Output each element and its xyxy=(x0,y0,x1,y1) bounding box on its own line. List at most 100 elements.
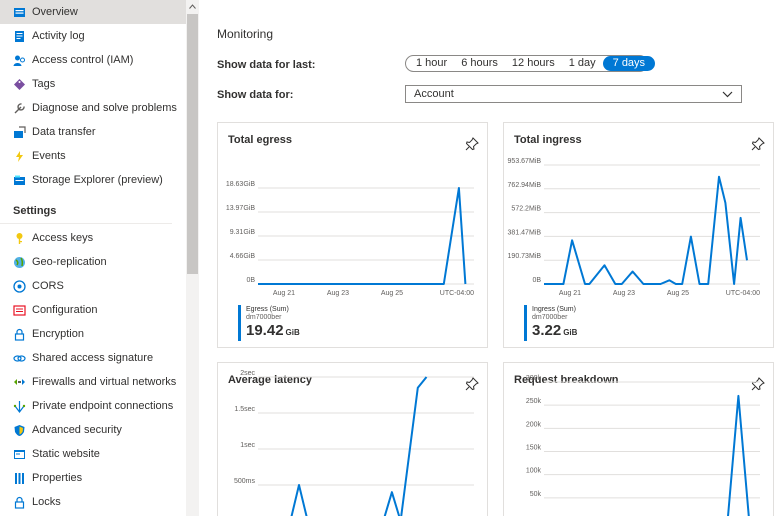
scroll-thumb[interactable] xyxy=(187,14,198,274)
lightning-icon xyxy=(13,150,26,163)
sidebar-item-label: Storage Explorer (preview) xyxy=(32,174,163,186)
sidebar-item-label: Shared access signature xyxy=(32,352,154,364)
sidebar-item-diagnose[interactable]: Diagnose and solve problems xyxy=(0,96,186,120)
legend-value-unit: GiB xyxy=(563,328,578,337)
show-data-for-dropdown[interactable]: Account xyxy=(405,85,742,103)
legend-series-name: Egress (Sum) xyxy=(246,306,289,313)
time-option-12-hours[interactable]: 12 hours xyxy=(505,56,562,71)
sidebar-item-storage-explorer[interactable]: Storage Explorer (preview) xyxy=(0,168,186,192)
sidebar-item-label: Diagnose and solve problems xyxy=(32,102,177,114)
overview-icon xyxy=(13,6,26,19)
series-line xyxy=(544,175,748,285)
sidebar-item-tags[interactable]: Tags xyxy=(0,72,186,96)
sidebar-item-label: Events xyxy=(32,150,66,162)
legend-total-value: 3.22 GiB xyxy=(532,322,577,339)
y-tick-label: 200k xyxy=(526,421,542,428)
sidebar-item-label: Encryption xyxy=(32,328,84,340)
time-option-7-days[interactable]: 7 days xyxy=(602,56,656,71)
y-tick-label: 953.67MiB xyxy=(508,158,542,165)
sidebar-item-shared-access-signature[interactable]: Shared access signature xyxy=(0,346,186,370)
sidebar-item-configuration[interactable]: Configuration xyxy=(0,298,186,322)
sidebar-item-cors[interactable]: CORS xyxy=(0,274,186,298)
sidebar-item-properties[interactable]: Properties xyxy=(0,466,186,490)
x-tick-label: UTC-04:00 xyxy=(440,290,474,297)
sidebar-item-access-keys[interactable]: Access keys xyxy=(0,226,186,250)
y-tick-label: 13.97GiB xyxy=(226,205,256,212)
scroll-up-icon[interactable] xyxy=(186,0,199,12)
total-egress-card: Total egress 0B 4.66GiB 9.31GiB 13.97GiB 18.… xyxy=(217,122,488,348)
y-tick-label: 100k xyxy=(526,468,542,475)
time-option-6-hours[interactable]: 6 hours xyxy=(454,56,505,71)
y-tick-label: 300k xyxy=(526,375,542,382)
y-tick-label: 762.94MiB xyxy=(508,182,542,189)
sidebar-item-label: Firewalls and virtual networks xyxy=(32,376,177,388)
sidebar-item-label: Static website xyxy=(32,448,100,460)
section-title: Monitoring xyxy=(217,27,274,41)
sidebar-item-encryption[interactable]: Encryption xyxy=(0,322,186,346)
monitoring-panel: Monitoring Show data for last: 1 hour 6 … xyxy=(199,0,780,516)
sidebar-item-events[interactable]: Events xyxy=(0,144,186,168)
show-data-last-label: Show data for last: xyxy=(217,59,316,71)
lock-icon xyxy=(13,328,26,341)
y-tick-label: 1sec xyxy=(240,442,255,449)
sidebar-item-label: Private endpoint connections xyxy=(32,400,174,412)
sidebar-item-label: CORS xyxy=(32,280,64,292)
legend-total-value: 19.42 GiB xyxy=(246,322,300,339)
sidebar-item-overview[interactable]: Overview xyxy=(0,0,186,24)
requests-chart: 50k 100k 150k 200k 250k 300k xyxy=(526,375,760,516)
resource-menu-sidebar: Overview Activity log Access control (IA… xyxy=(0,0,186,516)
legend-resource-name: dm7000ber xyxy=(246,314,282,321)
sidebar-item-label: Data transfer xyxy=(32,126,96,138)
egress-legend: Egress (Sum) dm7000ber 19.42 GiB xyxy=(238,305,358,343)
time-option-1-day[interactable]: 1 day xyxy=(562,56,603,71)
sidebar-item-locks[interactable]: Locks xyxy=(0,490,186,514)
sidebar-item-label: Access control (IAM) xyxy=(32,54,134,66)
cors-icon xyxy=(13,279,26,293)
firewall-icon xyxy=(13,376,26,389)
y-tick-label: 250k xyxy=(526,398,542,405)
sidebar-item-label: Tags xyxy=(32,78,56,90)
sidebar-item-static-website[interactable]: Static website xyxy=(0,442,186,466)
legend-value-unit: GiB xyxy=(285,328,300,337)
sidebar-item-advanced-security[interactable]: Advanced security xyxy=(0,418,186,442)
request-breakdown-card: Request breakdown 50k 100k 150k 200k 250k 300… xyxy=(503,362,774,516)
settings-heading: Settings xyxy=(0,198,172,224)
dropdown-value: Account xyxy=(414,88,454,100)
x-tick-label: Aug 23 xyxy=(327,290,349,297)
time-option-1-hour[interactable]: 1 hour xyxy=(407,56,454,71)
x-tick-label: Aug 25 xyxy=(667,290,689,297)
shield-icon xyxy=(13,424,26,437)
sidebar-item-geo-replication[interactable]: Geo-replication xyxy=(0,250,186,274)
y-tick-label: 0B xyxy=(246,277,255,284)
sidebar-item-activity-log[interactable]: Activity log xyxy=(0,24,186,48)
y-tick-label: 190.73MiB xyxy=(508,253,542,260)
y-tick-label: 4.66GiB xyxy=(230,253,256,260)
sidebar-item-firewalls[interactable]: Firewalls and virtual networks xyxy=(0,370,186,394)
sidebar-item-private-endpoint[interactable]: Private endpoint connections xyxy=(0,394,186,418)
sidebar-item-label: Overview xyxy=(32,6,78,18)
x-tick-label: Aug 23 xyxy=(613,290,635,297)
legend-series-name: Ingress (Sum) xyxy=(532,306,576,313)
series-line xyxy=(290,376,428,516)
sidebar-item-data-transfer[interactable]: Data transfer xyxy=(0,120,186,144)
y-tick-label: 381.47MiB xyxy=(508,229,542,236)
sidebar-item-access-control[interactable]: Access control (IAM) xyxy=(0,48,186,72)
y-tick-label: 500ms xyxy=(234,478,256,485)
configuration-icon xyxy=(13,304,26,317)
link-icon xyxy=(13,352,26,365)
globe-icon xyxy=(13,256,26,269)
data-transfer-icon xyxy=(13,125,26,139)
sidebar-item-label: Properties xyxy=(32,472,83,484)
sidebar-item-label: Locks xyxy=(32,496,61,508)
storage-explorer-icon xyxy=(13,174,26,187)
y-tick-label: 2sec xyxy=(240,370,255,377)
show-data-for-label: Show data for: xyxy=(217,89,294,101)
azure-storage-portal: Overview Activity log Access control (IA… xyxy=(0,0,780,516)
activity-log-icon xyxy=(13,30,26,43)
total-ingress-card: Total ingress 0B 190.73MiB 381.47MiB 572.2M… xyxy=(503,122,774,348)
x-tick-label: Aug 21 xyxy=(559,290,581,297)
sidebar-scrollbar[interactable] xyxy=(186,0,199,516)
y-tick-label: 572.2MiB xyxy=(511,206,541,213)
y-tick-label: 150k xyxy=(526,445,542,452)
endpoint-icon xyxy=(13,400,26,413)
